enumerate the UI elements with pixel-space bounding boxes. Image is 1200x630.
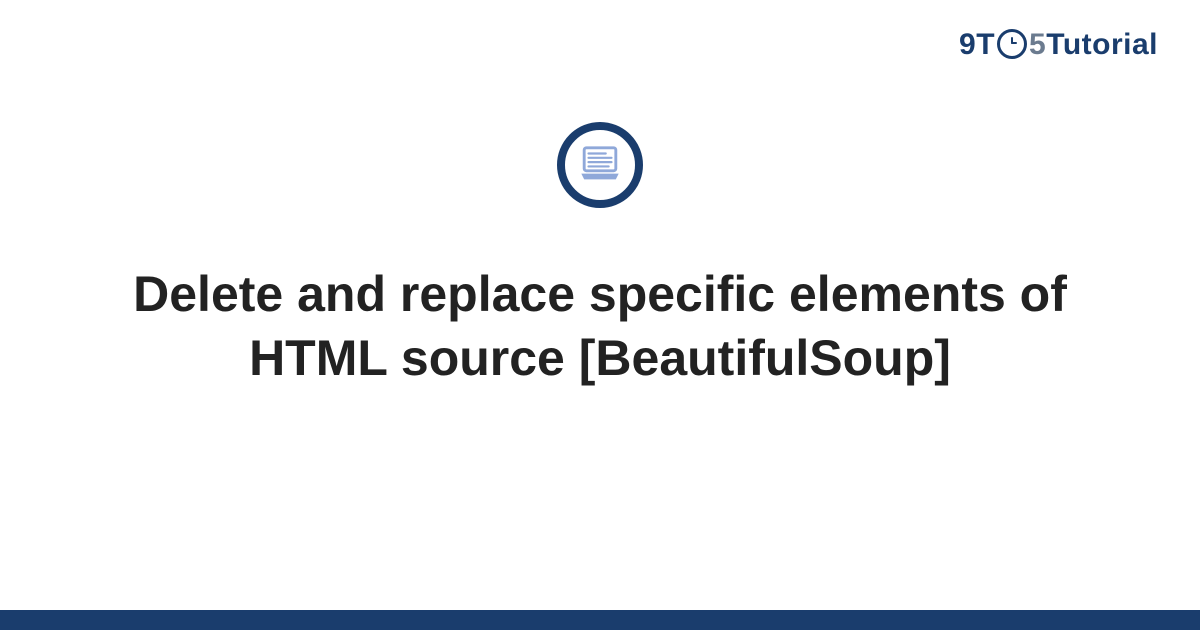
footer-bar (0, 610, 1200, 630)
logo-part-five: 5 (1029, 28, 1046, 62)
logo-part-t: T (976, 28, 995, 62)
logo-part-nine: 9 (959, 28, 976, 62)
header-icon-wrap (557, 122, 643, 208)
logo-clock-inner (1005, 36, 1019, 53)
logo-clock-icon (997, 29, 1027, 59)
logo-part-tutorial: Tutorial (1046, 28, 1158, 62)
laptop-svg-icon (577, 142, 623, 188)
site-logo: 9 T 5 Tutorial (959, 28, 1158, 62)
laptop-icon (557, 122, 643, 208)
page-title: Delete and replace specific elements of … (60, 262, 1140, 390)
